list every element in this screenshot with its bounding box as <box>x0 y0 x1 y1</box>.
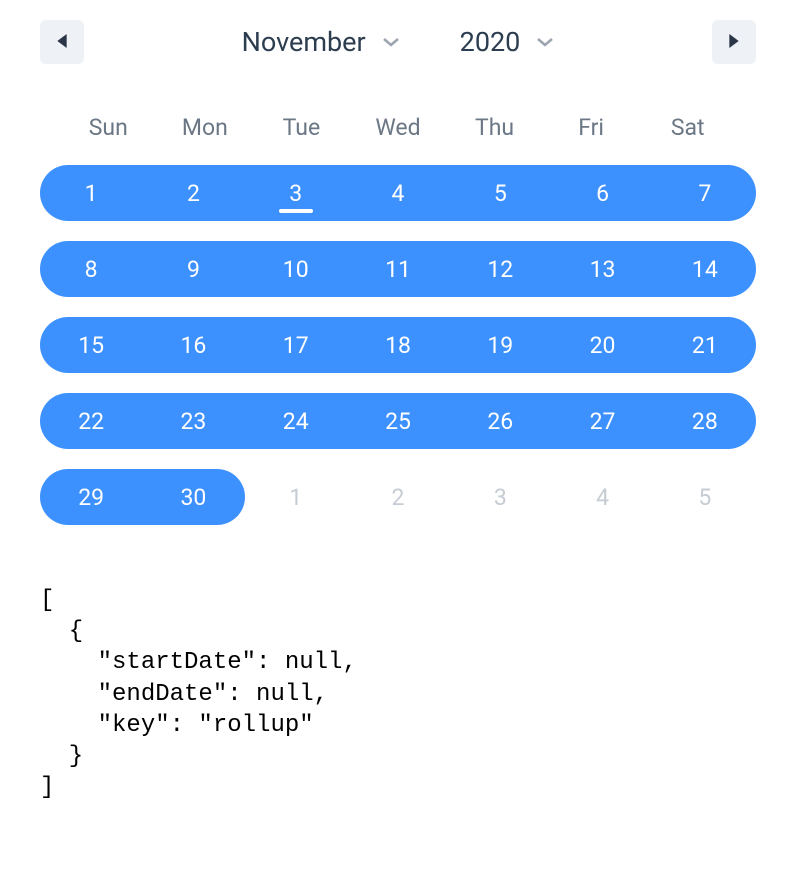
next-month-button[interactable] <box>712 20 756 64</box>
calendar-day[interactable]: 23 <box>142 393 244 449</box>
month-label: November <box>242 26 366 58</box>
weekday-label: Sun <box>60 104 157 151</box>
month-selector[interactable]: November <box>242 26 400 58</box>
chevron-down-icon <box>382 33 400 51</box>
calendar-day[interactable]: 3 <box>449 469 551 525</box>
weekday-label: Thu <box>446 104 543 151</box>
weekday-label: Mon <box>157 104 254 151</box>
calendar-day[interactable]: 7 <box>654 165 756 221</box>
calendar-day[interactable]: 16 <box>142 317 244 373</box>
calendar-day[interactable]: 27 <box>551 393 653 449</box>
calendar-day[interactable]: 10 <box>245 241 347 297</box>
week-row: 1234567 <box>40 165 756 221</box>
calendar-day[interactable]: 15 <box>40 317 142 373</box>
calendar-day[interactable]: 30 <box>142 469 244 525</box>
calendar-day[interactable]: 13 <box>551 241 653 297</box>
calendar-day[interactable]: 28 <box>654 393 756 449</box>
calendar-day[interactable]: 22 <box>40 393 142 449</box>
calendar-day[interactable]: 4 <box>347 165 449 221</box>
week-row: 293012345 <box>40 469 756 525</box>
calendar-day[interactable]: 1 <box>40 165 142 221</box>
calendar-grid: 1234567891011121314151617181920212223242… <box>40 165 756 525</box>
calendar-day[interactable]: 8 <box>40 241 142 297</box>
calendar-day[interactable]: 20 <box>551 317 653 373</box>
calendar-day[interactable]: 17 <box>245 317 347 373</box>
weekday-label: Sat <box>639 104 736 151</box>
year-label: 2020 <box>460 26 521 58</box>
weekday-label: Wed <box>350 104 447 151</box>
calendar-day[interactable]: 18 <box>347 317 449 373</box>
calendar-day[interactable]: 5 <box>449 165 551 221</box>
calendar-day[interactable]: 4 <box>551 469 653 525</box>
chevron-down-icon <box>536 33 554 51</box>
calendar-day[interactable]: 19 <box>449 317 551 373</box>
month-year-selectors: November 2020 <box>242 26 555 58</box>
calendar-day[interactable]: 2 <box>347 469 449 525</box>
weekday-row: SunMonTueWedThuFriSat <box>40 104 756 151</box>
calendar-day[interactable]: 9 <box>142 241 244 297</box>
calendar-day[interactable]: 11 <box>347 241 449 297</box>
calendar-day[interactable]: 1 <box>245 469 347 525</box>
weekday-label: Tue <box>253 104 350 151</box>
calendar: November 2020 SunMonTueWedThuFriSat 1234… <box>40 20 756 525</box>
calendar-day[interactable]: 21 <box>654 317 756 373</box>
calendar-day[interactable]: 25 <box>347 393 449 449</box>
prev-month-button[interactable] <box>40 20 84 64</box>
calendar-day[interactable]: 26 <box>449 393 551 449</box>
calendar-day[interactable]: 5 <box>654 469 756 525</box>
calendar-day[interactable]: 6 <box>551 165 653 221</box>
week-row: 22232425262728 <box>40 393 756 449</box>
code-output: [ { "startDate": null, "endDate": null, … <box>40 585 756 803</box>
calendar-day[interactable]: 2 <box>142 165 244 221</box>
calendar-header: November 2020 <box>40 20 756 74</box>
week-row: 891011121314 <box>40 241 756 297</box>
triangle-left-icon <box>55 34 69 51</box>
calendar-day[interactable]: 12 <box>449 241 551 297</box>
calendar-day[interactable]: 3 <box>245 165 347 221</box>
calendar-day[interactable]: 24 <box>245 393 347 449</box>
year-selector[interactable]: 2020 <box>460 26 555 58</box>
week-row: 15161718192021 <box>40 317 756 373</box>
weekday-label: Fri <box>543 104 640 151</box>
triangle-right-icon <box>727 34 741 51</box>
calendar-day[interactable]: 14 <box>654 241 756 297</box>
calendar-day[interactable]: 29 <box>40 469 142 525</box>
